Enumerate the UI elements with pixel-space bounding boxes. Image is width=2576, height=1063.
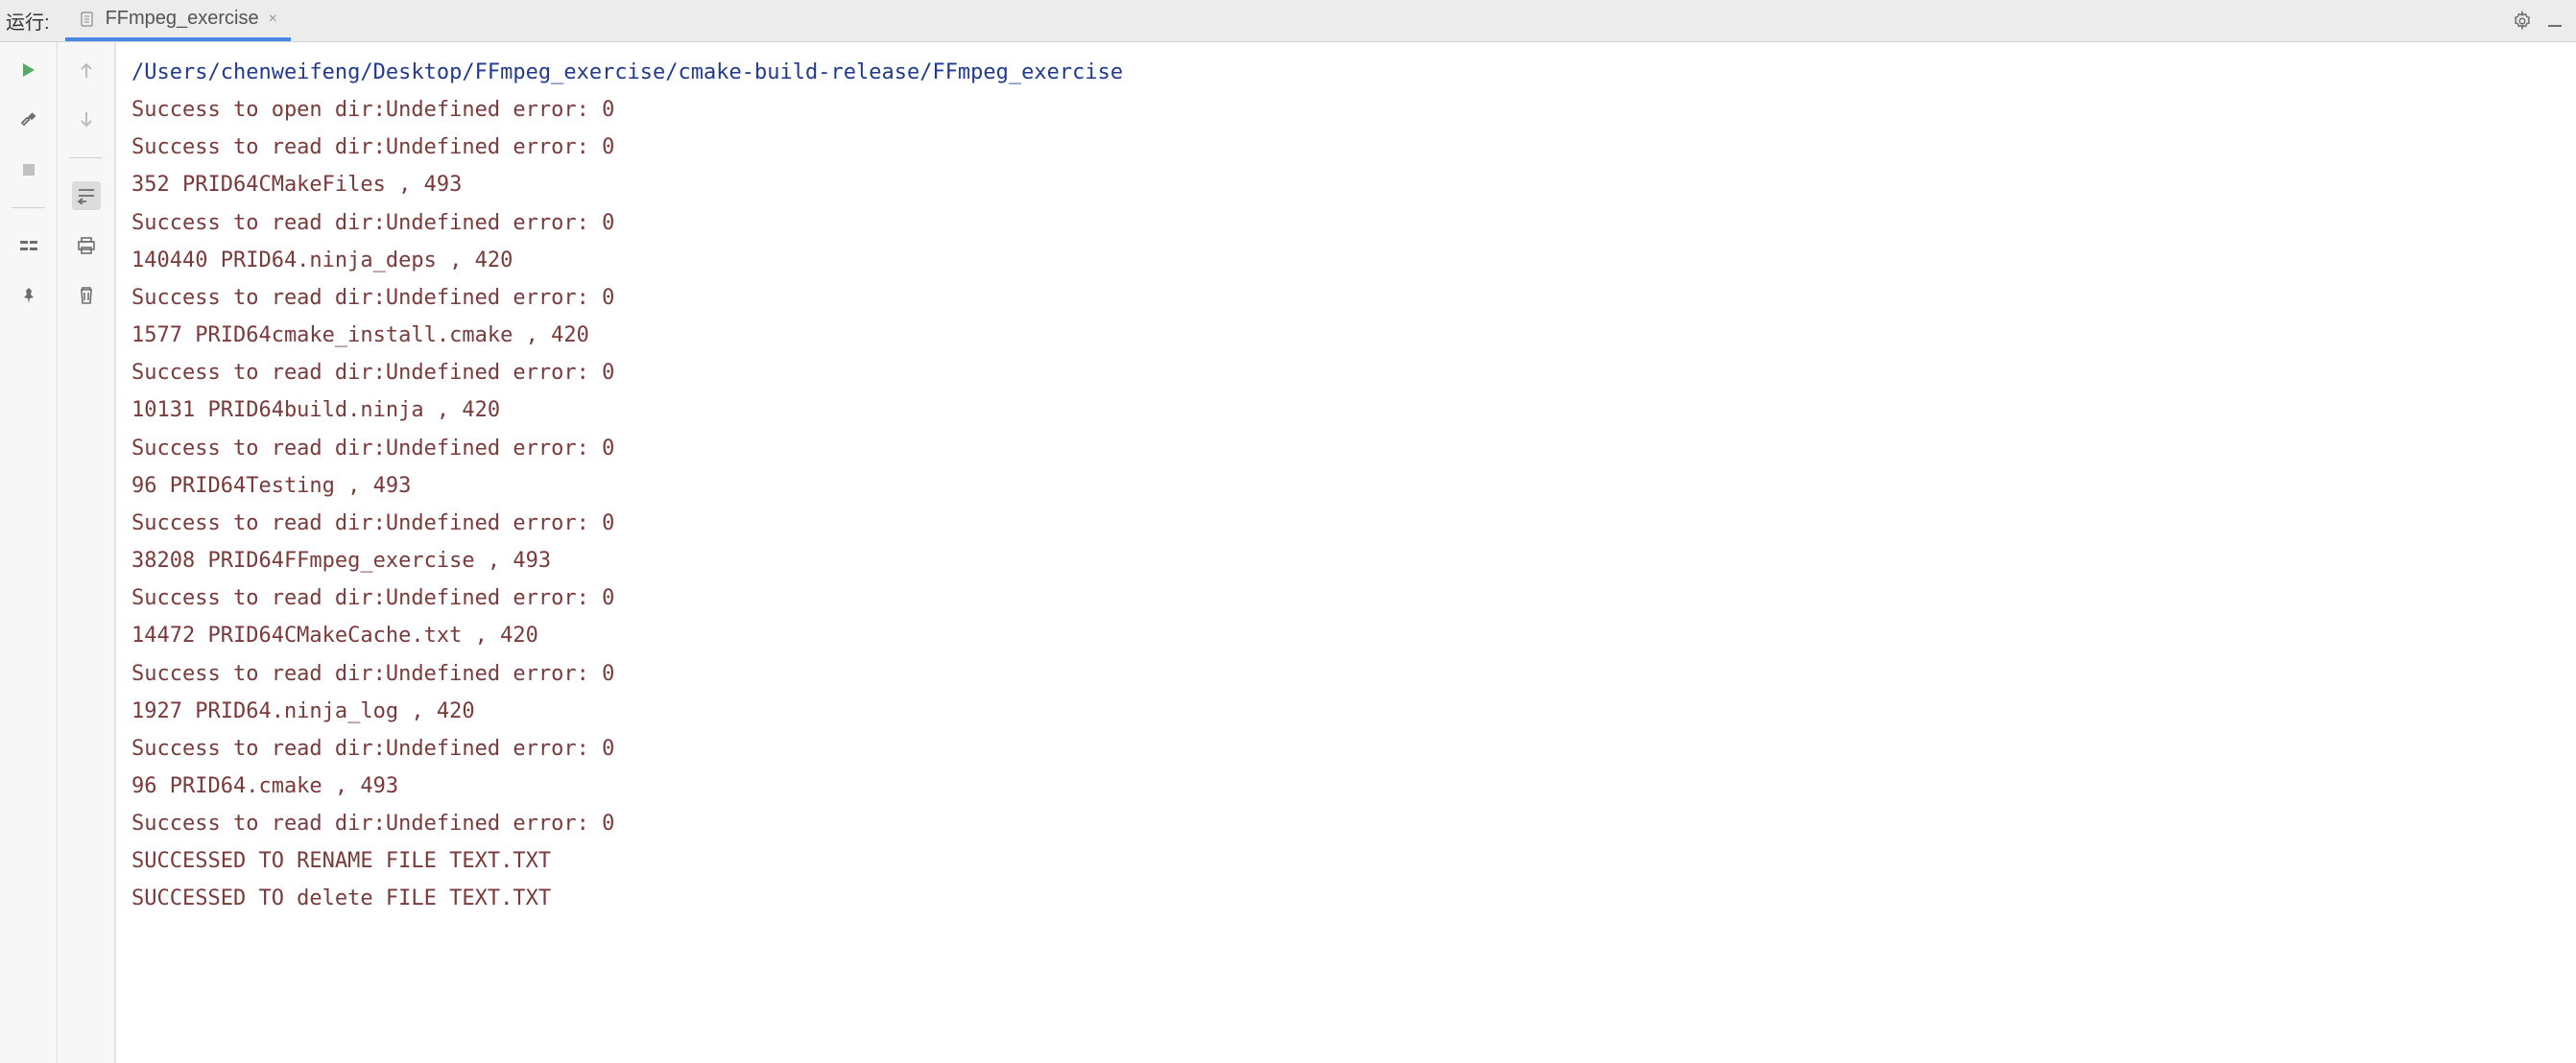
divider [12,207,45,208]
executable-path: /Users/chenweifeng/Desktop/FFmpeg_exerci… [131,54,2561,91]
header-actions [2511,10,2576,33]
soft-wrap-icon[interactable] [72,181,101,210]
output-line: 96 PRID64.cmake , 493 [131,768,2561,805]
output-line: 96 PRID64Testing , 493 [131,467,2561,505]
output-line: Success to open dir:Undefined error: 0 [131,91,2561,129]
print-icon[interactable] [72,231,101,260]
toolbar-second [58,42,115,1063]
run-tab[interactable]: FFmpeg_exercise × [65,0,291,41]
output-line: SUCCESSED TO delete FILE TEXT.TXT [131,880,2561,917]
close-icon[interactable]: × [269,11,277,28]
stop-button[interactable] [14,155,43,184]
output-line: Success to read dir:Undefined error: 0 [131,505,2561,542]
output-line: Success to read dir:Undefined error: 0 [131,805,2561,842]
output-line: 352 PRID64CMakeFiles , 493 [131,166,2561,203]
run-tab-label: FFmpeg_exercise [106,8,259,30]
pin-icon[interactable] [14,281,43,310]
output-line: 140440 PRID64.ninja_deps , 420 [131,242,2561,279]
output-line: Success to read dir:Undefined error: 0 [131,354,2561,391]
arrow-up-icon[interactable] [72,56,101,84]
trash-icon[interactable] [72,281,101,310]
toolbar-left [0,42,58,1063]
layout-icon[interactable] [14,231,43,260]
minimize-icon[interactable] [2543,10,2566,33]
console-output[interactable]: /Users/chenweifeng/Desktop/FFmpeg_exerci… [115,42,2576,1063]
output-line: 38208 PRID64FFmpeg_exercise , 493 [131,542,2561,579]
output-line: Success to read dir:Undefined error: 0 [131,279,2561,317]
output-line: Success to read dir:Undefined error: 0 [131,204,2561,242]
arrow-down-icon[interactable] [72,106,101,134]
output-line: Success to read dir:Undefined error: 0 [131,730,2561,768]
file-icon [79,11,96,28]
wrench-icon[interactable] [14,106,43,134]
gear-icon[interactable] [2511,10,2534,33]
output-line: SUCCESSED TO RENAME FILE TEXT.TXT [131,842,2561,880]
divider [69,157,103,158]
run-panel-header: 运行: FFmpeg_exercise × [0,0,2576,42]
output-line: 1927 PRID64.ninja_log , 420 [131,693,2561,730]
output-line: 1577 PRID64cmake_install.cmake , 420 [131,317,2561,354]
output-line: Success to read dir:Undefined error: 0 [131,430,2561,467]
output-line: 14472 PRID64CMakeCache.txt , 420 [131,617,2561,654]
output-line: Success to read dir:Undefined error: 0 [131,129,2561,166]
output-line: Success to read dir:Undefined error: 0 [131,655,2561,693]
run-button[interactable] [14,56,43,84]
run-label: 运行: [0,7,65,35]
output-line: Success to read dir:Undefined error: 0 [131,579,2561,617]
output-line: 10131 PRID64build.ninja , 420 [131,391,2561,429]
